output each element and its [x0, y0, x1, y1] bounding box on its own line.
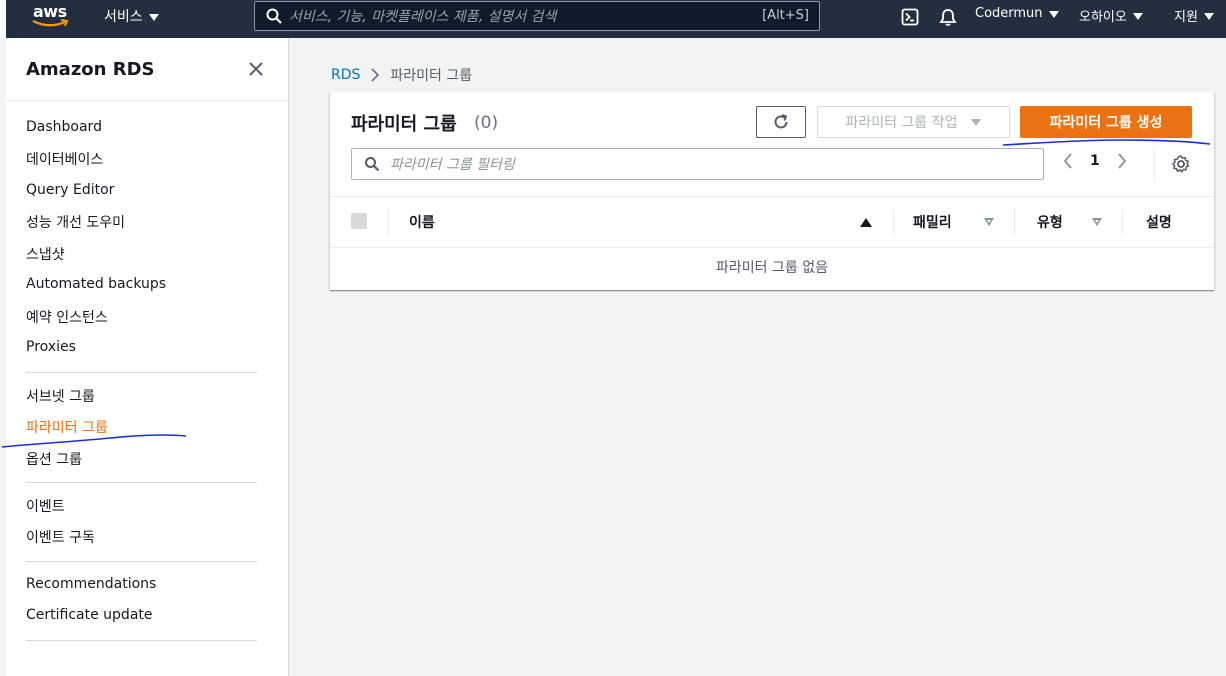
sidebar-divider	[6, 100, 288, 101]
notification-bell-icon[interactable]	[938, 7, 958, 27]
create-parameter-group-button[interactable]: 파라미터 그룹 생성	[1020, 106, 1192, 138]
sidebar-item-events[interactable]: 이벤트	[26, 496, 65, 516]
window-edge	[0, 0, 6, 38]
region-menu[interactable]: 오하이오	[1079, 6, 1143, 25]
global-search-input[interactable]: 서비스, 기능, 마켓플레이스 제품, 설명서 검색 [Alt+S]	[254, 1, 820, 31]
page-title: 파라미터 그룹	[351, 114, 457, 135]
sidebar-divider	[26, 372, 257, 373]
close-icon[interactable]	[247, 60, 265, 78]
sidebar-title: Amazon RDS	[26, 59, 155, 80]
column-header-type[interactable]: 유형	[1037, 212, 1063, 232]
aws-smile-icon	[32, 19, 69, 27]
column-header-description[interactable]: 설명	[1146, 212, 1172, 232]
filter-input[interactable]: 파라미터 그룹 필터링	[351, 148, 1044, 180]
aws-logo[interactable]: aws	[32, 2, 72, 32]
empty-state-text: 파라미터 그룹 없음	[716, 260, 828, 276]
sidebar-item-snapshots[interactable]: 스냅샷	[26, 244, 65, 264]
sidebar-item-databases[interactable]: 데이터베이스	[26, 149, 103, 169]
refresh-button[interactable]	[756, 106, 806, 138]
column-divider	[1014, 209, 1015, 235]
chevron-down-icon	[148, 13, 159, 21]
filter-placeholder: 파라미터 그룹 필터링	[390, 157, 515, 173]
item-count: (0)	[474, 113, 499, 133]
refresh-icon	[774, 114, 788, 129]
sidebar-item-proxies[interactable]: Proxies	[26, 339, 76, 355]
column-header-name[interactable]: 이름	[409, 212, 435, 232]
column-divider	[1122, 209, 1123, 235]
chevron-down-icon	[1132, 13, 1143, 20]
account-label: Codermun	[975, 6, 1043, 21]
pagination-divider	[1154, 150, 1155, 180]
sidebar-item-performance-insights[interactable]: 성능 개선 도우미	[26, 212, 125, 232]
chevron-down-icon	[971, 118, 982, 126]
column-divider	[893, 209, 894, 235]
sidebar-item-certificate-update[interactable]: Certificate update	[26, 607, 153, 623]
column-header-family[interactable]: 패밀리	[913, 212, 952, 232]
chevron-down-icon	[1048, 11, 1059, 18]
breadcrumb-rds-link[interactable]: RDS	[331, 67, 360, 83]
parameter-group-actions-button[interactable]: 파라미터 그룹 작업	[817, 106, 1010, 138]
sidebar-item-dashboard[interactable]: Dashboard	[26, 119, 102, 135]
support-label: 지원	[1174, 10, 1198, 25]
sort-icon[interactable]	[984, 218, 994, 226]
sidebar-item-subnet-groups[interactable]: 서브넷 그룹	[26, 386, 95, 406]
search-shortcut: [Alt+S]	[762, 8, 809, 23]
support-menu[interactable]: 지원	[1174, 6, 1214, 25]
sidebar-item-parameter-groups[interactable]: 파라미터 그룹	[26, 417, 108, 437]
side-navigation: Amazon RDS Dashboard 데이터베이스 Query Editor…	[6, 38, 289, 676]
parameter-groups-panel: 파라미터 그룹 (0) 파라미터 그룹 작업 파라미터 그룹 생성 파라미터 그…	[330, 92, 1214, 290]
column-divider	[388, 209, 389, 235]
search-icon	[365, 157, 380, 172]
sort-ascending-icon[interactable]	[860, 218, 872, 227]
sidebar-item-option-groups[interactable]: 옵션 그룹	[26, 449, 82, 469]
cloudshell-icon[interactable]	[901, 8, 919, 26]
region-label: 오하이오	[1079, 10, 1127, 25]
chevron-down-icon	[1203, 13, 1214, 20]
sidebar-item-reserved-instances[interactable]: 예약 인스턴스	[26, 307, 108, 327]
actions-label: 파라미터 그룹 작업	[845, 115, 958, 131]
sidebar-item-recommendations[interactable]: Recommendations	[26, 576, 156, 592]
sidebar-divider	[26, 561, 257, 562]
sidebar-divider	[26, 482, 257, 483]
select-all-checkbox[interactable]	[351, 213, 367, 229]
chevron-left-icon[interactable]	[1062, 152, 1074, 170]
page-number[interactable]: 1	[1090, 153, 1100, 169]
chevron-right-icon[interactable]	[1116, 152, 1128, 170]
sidebar-divider	[26, 640, 257, 641]
table-header: 이름 패밀리 유형 설명	[330, 196, 1214, 248]
breadcrumb-current: 파라미터 그룹	[390, 68, 473, 84]
sidebar-item-event-subscriptions[interactable]: 이벤트 구독	[26, 527, 95, 547]
breadcrumb: RDS 파라미터 그룹	[331, 65, 472, 85]
search-icon	[266, 8, 282, 24]
search-placeholder: 서비스, 기능, 마켓플레이스 제품, 설명서 검색	[289, 9, 557, 25]
sidebar-item-automated-backups[interactable]: Automated backups	[26, 276, 166, 292]
gear-icon[interactable]	[1171, 154, 1191, 174]
pagination: 1	[1062, 152, 1128, 170]
sidebar-item-query-editor[interactable]: Query Editor	[26, 182, 114, 198]
sort-icon[interactable]	[1092, 218, 1102, 226]
chevron-right-icon	[371, 68, 380, 82]
top-navigation-bar: aws 서비스 서비스, 기능, 마켓플레이스 제품, 설명서 검색 [Alt+…	[0, 0, 1226, 38]
account-menu[interactable]: Codermun	[975, 6, 1059, 21]
services-label: 서비스	[104, 9, 143, 25]
services-menu[interactable]: 서비스	[104, 6, 159, 26]
